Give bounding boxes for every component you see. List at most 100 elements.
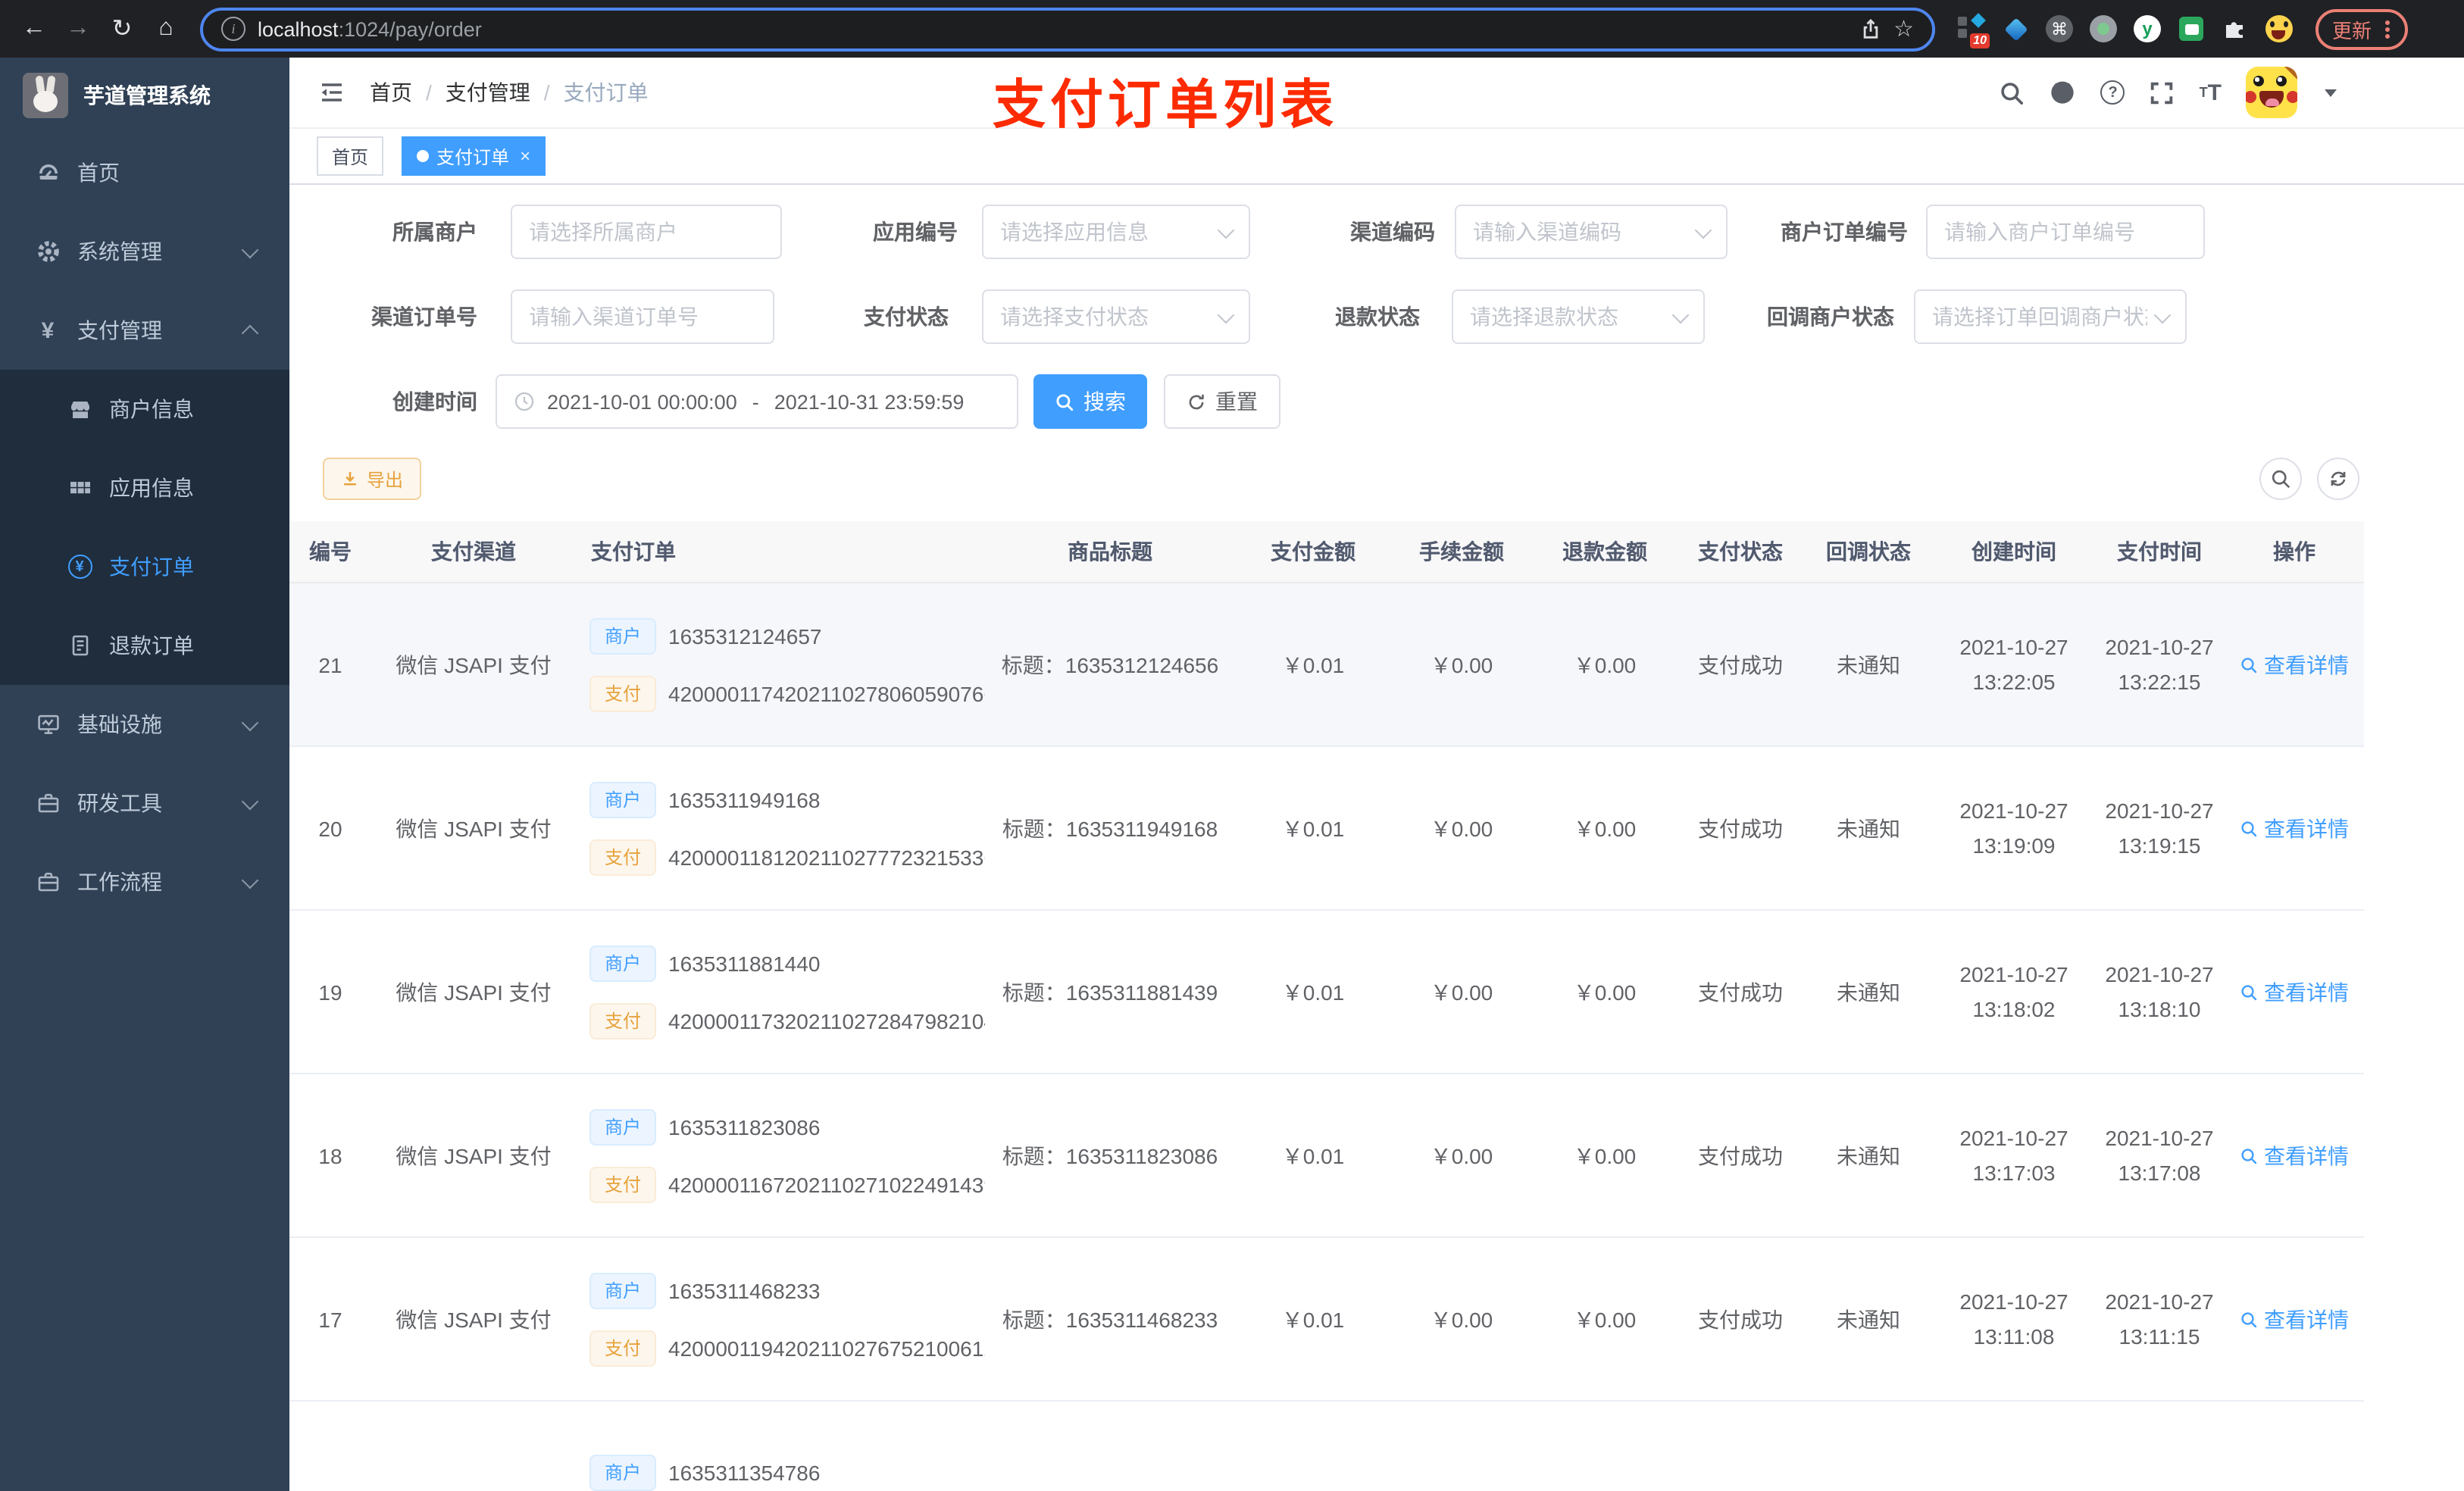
- paid-time: 13:17:08: [2118, 1160, 2201, 1184]
- view-detail-link[interactable]: 查看详情: [2240, 649, 2349, 680]
- tab-label: 首页: [332, 146, 369, 167]
- sidebar-item-dev-tools[interactable]: 研发工具: [0, 764, 289, 842]
- app-logo[interactable]: 芋道管理系统: [0, 58, 289, 133]
- merchant-order-no-input[interactable]: [1926, 205, 2205, 259]
- select-placeholder: 请选择退款状态: [1470, 305, 1618, 329]
- sidebar-item-pay-order[interactable]: ¥ 支付订单: [0, 527, 289, 606]
- extension-emoji-icon[interactable]: [2264, 14, 2294, 44]
- extension-record-icon[interactable]: [2088, 14, 2118, 44]
- avatar[interactable]: [2246, 67, 2297, 118]
- merchant-tag: 商户: [589, 1454, 657, 1490]
- extension-kite-icon[interactable]: [2000, 14, 2031, 44]
- filter-refund-status: 退款状态 请选择退款状态: [1335, 289, 1705, 344]
- extension-badge: 10: [1970, 33, 1990, 48]
- app-logo-avatar: [23, 73, 68, 118]
- select-placeholder: 请选择支付状态: [1000, 305, 1149, 329]
- chevron-down-icon: [1671, 305, 1690, 324]
- pay-tag: 支付: [589, 675, 657, 711]
- pay-status-select[interactable]: 请选择支付状态: [982, 289, 1250, 344]
- notify-status-select[interactable]: 请选择订单回调商户状态: [1914, 289, 2187, 344]
- filter-merchant: 所属商户: [392, 205, 782, 259]
- view-detail-link[interactable]: 查看详情: [2240, 813, 2349, 843]
- channel-order-no-input[interactable]: [511, 289, 774, 344]
- github-icon[interactable]: [2050, 79, 2077, 106]
- app-no-select[interactable]: 请选择应用信息: [982, 205, 1250, 259]
- view-detail-link[interactable]: 查看详情: [2240, 1140, 2349, 1171]
- sidebar-item-merchant-info[interactable]: 商户信息: [0, 370, 289, 449]
- cell-amount: ￥0.01: [1281, 1307, 1345, 1331]
- cell-channel: 微信 JSAPI 支付: [396, 980, 552, 1004]
- sidebar-item-app-info[interactable]: 应用信息: [0, 449, 289, 527]
- pay-tag: 支付: [589, 1166, 657, 1202]
- sidebar-item-home[interactable]: 首页: [0, 133, 289, 212]
- cell-title: 标题：1635311468233: [1002, 1307, 1218, 1331]
- sidebar-item-workflow[interactable]: 工作流程: [0, 842, 289, 921]
- extension-chat-icon[interactable]: [2176, 14, 2206, 44]
- filter-row-3: 创建时间 2021-10-01 00:00:00 - 2021-10-31 23…: [289, 374, 2464, 429]
- export-button[interactable]: 导出: [323, 458, 422, 500]
- browser-back-icon[interactable]: ←: [15, 10, 53, 48]
- view-detail-label: 查看详情: [2264, 816, 2349, 840]
- content: 所属商户 应用编号 请选择应用信息 渠道编码 请输入渠道编码 商户订单编号: [289, 185, 2464, 1491]
- extension-y-icon[interactable]: y: [2132, 14, 2162, 44]
- paid-date: 2021-10-27: [2105, 798, 2214, 822]
- filter-label: 退款状态: [1335, 305, 1420, 329]
- chevron-down-icon: [241, 792, 259, 810]
- merchant-input[interactable]: [511, 205, 782, 259]
- tab-home[interactable]: 首页: [317, 136, 384, 176]
- browser-reload-icon[interactable]: ↻: [103, 10, 141, 48]
- browser-forward-icon[interactable]: →: [59, 10, 97, 48]
- sidebar-item-refund-order[interactable]: 退款订单: [0, 606, 289, 685]
- sidebar-item-label: 系统管理: [77, 239, 162, 264]
- bookmark-star-icon[interactable]: ☆: [1893, 15, 1914, 42]
- sidebar-item-payment[interactable]: ¥ 支付管理: [0, 291, 289, 370]
- help-icon[interactable]: ?: [2100, 80, 2125, 105]
- refund-status-select[interactable]: 请选择退款状态: [1452, 289, 1705, 344]
- sidebar-item-infrastructure[interactable]: 基础设施: [0, 685, 289, 764]
- table-header-row: 编号 支付渠道 支付订单 商品标题 支付金额 手续金额 退款金额 支付状态 回调…: [289, 521, 2364, 583]
- extension-grid-icon[interactable]: 10: [1956, 13, 1990, 48]
- search-icon[interactable]: [2000, 80, 2025, 105]
- browser-home-icon[interactable]: ⌂: [147, 10, 185, 48]
- cell-amount: ￥0.01: [1281, 980, 1345, 1004]
- col-fee: 手续金额: [1419, 539, 1504, 564]
- created-time: 13:19:09: [1972, 833, 2056, 857]
- chevron-down-icon: [1694, 220, 1712, 239]
- font-size-icon[interactable]: TT: [2200, 80, 2222, 105]
- table-row: 18 微信 JSAPI 支付 商户 1635311823086 支付 4200001…: [289, 1074, 2364, 1238]
- avatar-caret-icon[interactable]: [2325, 89, 2337, 96]
- breadcrumb-payment[interactable]: 支付管理: [446, 77, 530, 108]
- refresh-icon[interactable]: [2317, 458, 2359, 500]
- browser-update-button[interactable]: 更新: [2315, 8, 2409, 49]
- site-info-icon[interactable]: i: [221, 17, 245, 41]
- search-button[interactable]: 搜索: [1033, 374, 1147, 429]
- show-search-toggle-icon[interactable]: [2259, 458, 2302, 500]
- extension-command-icon[interactable]: ⌘: [2044, 14, 2075, 44]
- browser-menu-icon[interactable]: [2385, 27, 2391, 31]
- chevron-down-icon: [241, 713, 259, 731]
- table-row: 17 微信 JSAPI 支付 商户 1635311468233 支付 4200001…: [289, 1237, 2364, 1402]
- breadcrumb-home[interactable]: 首页: [370, 77, 412, 108]
- breadcrumb-separator: /: [426, 80, 432, 105]
- cell-refund: ￥0.00: [1573, 652, 1637, 677]
- filter-row-1: 所属商户 应用编号 请选择应用信息 渠道编码 请输入渠道编码 商户订单编号: [289, 205, 2464, 259]
- pay-no: 4200001194202110276752100612: [668, 1336, 985, 1360]
- col-title: 商品标题: [1068, 539, 1152, 564]
- col-status: 支付状态: [1698, 539, 1783, 564]
- share-icon[interactable]: [1859, 17, 1881, 40]
- tab-pay-order[interactable]: 支付订单 ×: [402, 136, 546, 176]
- date-range-input[interactable]: 2021-10-01 00:00:00 - 2021-10-31 23:59:5…: [496, 374, 1018, 429]
- fullscreen-icon[interactable]: [2150, 80, 2175, 105]
- col-amount: 支付金额: [1271, 539, 1356, 564]
- close-icon[interactable]: ×: [520, 145, 530, 167]
- view-detail-link[interactable]: 查看详情: [2240, 977, 2349, 1007]
- extension-puzzle-icon[interactable]: [2220, 14, 2250, 44]
- reset-button[interactable]: 重置: [1164, 374, 1280, 429]
- view-detail-link[interactable]: 查看详情: [2240, 1304, 2349, 1334]
- channel-code-select[interactable]: 请输入渠道编码: [1455, 205, 1728, 259]
- filter-label: 创建时间: [392, 389, 477, 414]
- sidebar-item-system[interactable]: 系统管理: [0, 212, 289, 291]
- cell-id: 21: [318, 652, 342, 677]
- hamburger-icon[interactable]: [318, 79, 346, 106]
- address-bar[interactable]: i localhost:1024/pay/order ☆: [200, 7, 1935, 51]
